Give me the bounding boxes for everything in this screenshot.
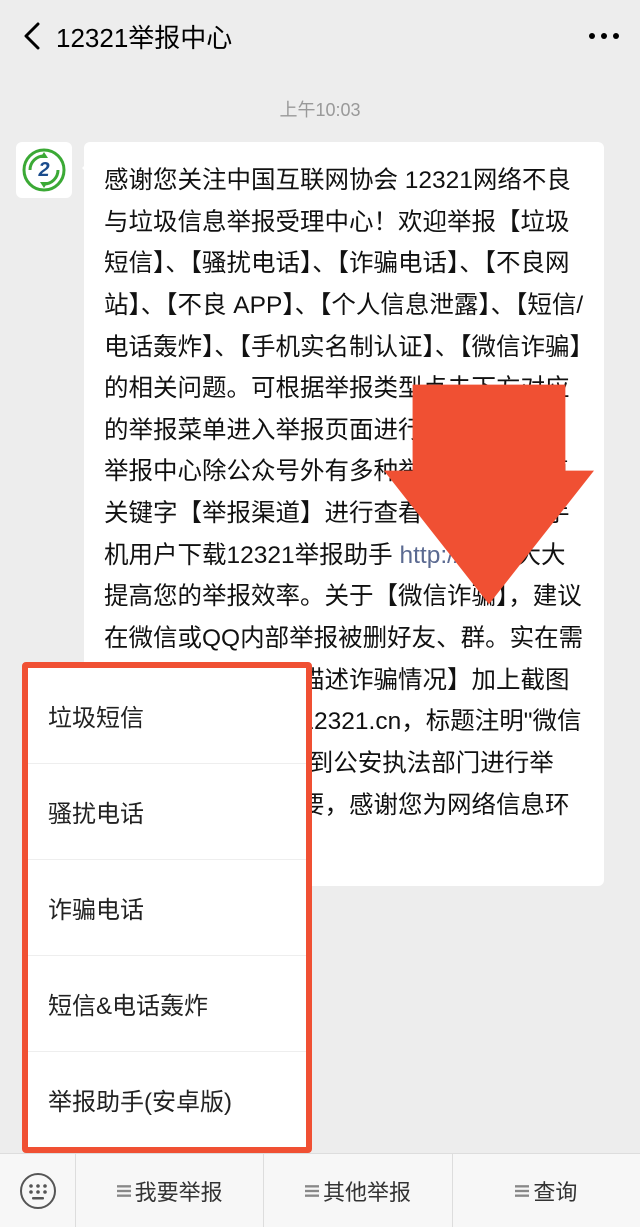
keyboard-toggle-button[interactable] bbox=[0, 1154, 76, 1227]
menu-item-sms-bomb[interactable]: 短信&电话轰炸 bbox=[28, 956, 306, 1052]
menu-item-fraud-call[interactable]: 诈骗电话 bbox=[28, 860, 306, 956]
tab-report[interactable]: 我要举报 bbox=[76, 1154, 264, 1227]
menu-item-harass-call[interactable]: 骚扰电话 bbox=[28, 764, 306, 860]
tab-label: 其他举报 bbox=[323, 1175, 411, 1207]
timestamp: 上午10:03 bbox=[0, 72, 640, 134]
chevron-left-icon bbox=[23, 22, 41, 50]
header-title: 12321举报中心 bbox=[56, 18, 232, 55]
back-button[interactable] bbox=[16, 20, 48, 52]
menu-icon bbox=[117, 1184, 131, 1198]
avatar[interactable]: 2 bbox=[16, 142, 72, 198]
menu-item-helper-android[interactable]: 举报助手(安卓版) bbox=[28, 1052, 306, 1147]
message-part1: 感谢您关注中国互联网协会 12321网络不良与垃圾信息举报受理中心！欢迎举报【垃… bbox=[104, 167, 583, 569]
tab-label: 我要举报 bbox=[135, 1175, 223, 1207]
menu-item-spam-sms[interactable]: 垃圾短信 bbox=[28, 668, 306, 764]
more-button[interactable] bbox=[584, 20, 624, 52]
menu-icon bbox=[515, 1184, 529, 1198]
chat-header: 12321举报中心 bbox=[0, 0, 640, 72]
popup-menu: 垃圾短信 骚扰电话 诈骗电话 短信&电话轰炸 举报助手(安卓版) bbox=[22, 662, 312, 1153]
svg-text:2: 2 bbox=[37, 159, 49, 181]
more-icon bbox=[589, 33, 619, 39]
menu-icon bbox=[305, 1184, 319, 1198]
tab-other-report[interactable]: 其他举报 bbox=[264, 1154, 452, 1227]
bottom-bar: 我要举报 其他举报 查询 bbox=[0, 1153, 640, 1227]
keyboard-icon bbox=[19, 1172, 57, 1210]
avatar-logo-icon: 2 bbox=[22, 148, 66, 192]
message-link[interactable]: http:// bbox=[399, 542, 460, 569]
tab-query[interactable]: 查询 bbox=[453, 1154, 640, 1227]
tab-label: 查询 bbox=[533, 1175, 577, 1207]
